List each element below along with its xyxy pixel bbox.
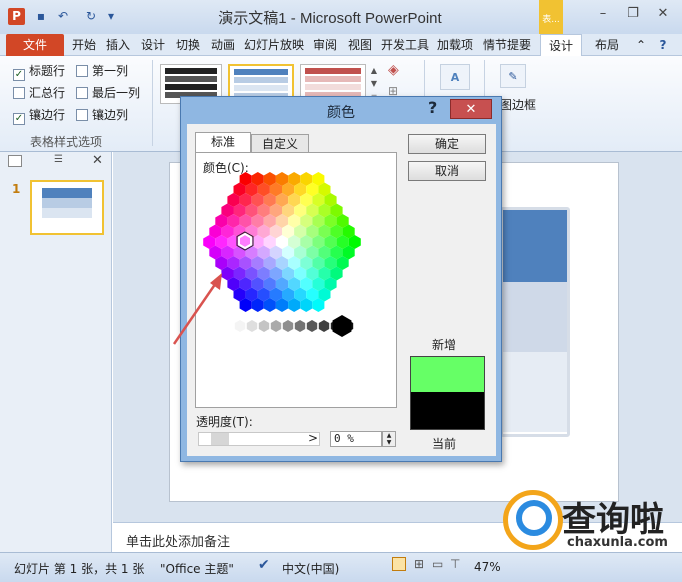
- cancel-button[interactable]: 取消: [408, 161, 486, 181]
- watermark-q-icon: [516, 500, 552, 536]
- tab-design[interactable]: 设计: [137, 34, 169, 56]
- notes-placeholder[interactable]: 单击此处添加备注: [126, 531, 230, 550]
- grey-color-cell[interactable]: [258, 320, 270, 332]
- save-icon[interactable]: ▪: [34, 9, 48, 23]
- checkbox-header-row[interactable]: ✓: [13, 69, 25, 81]
- powerpoint-logo-icon: P: [8, 8, 25, 25]
- close-panel-icon[interactable]: ✕: [92, 153, 103, 168]
- normal-view-icon[interactable]: [392, 557, 406, 571]
- close-window-button[interactable]: ✕: [650, 3, 676, 25]
- slide-table[interactable]: [500, 207, 570, 437]
- table-style-options-group-label: 表格样式选项: [30, 135, 103, 149]
- spellcheck-icon[interactable]: ✔: [258, 557, 270, 573]
- dialog-close-button[interactable]: ✕: [450, 99, 492, 119]
- tab-table-design[interactable]: 设计: [540, 34, 582, 56]
- tab-insert[interactable]: 插入: [102, 34, 134, 56]
- reading-view-icon[interactable]: ▭: [432, 557, 443, 571]
- transparency-input[interactable]: 0 %: [330, 431, 382, 447]
- draw-borders-pen-icon[interactable]: ✎: [500, 64, 526, 88]
- redo-icon[interactable]: ↻: [84, 9, 98, 23]
- undo-icon[interactable]: ↶: [56, 9, 70, 23]
- transparency-slider-thumb[interactable]: [211, 433, 229, 445]
- tab-file[interactable]: 文件: [6, 34, 64, 56]
- thumb-table-header: [42, 188, 92, 198]
- slideshow-icon[interactable]: ⊤: [450, 557, 460, 571]
- minimize-ribbon-icon[interactable]: ⌃: [634, 34, 648, 56]
- grey-color-cell[interactable]: [282, 320, 294, 332]
- table-row[interactable]: [503, 282, 567, 352]
- tab-developer[interactable]: 开发工具: [379, 34, 431, 56]
- grey-color-cell[interactable]: [246, 320, 258, 332]
- dialog-title: 颜色: [327, 105, 355, 121]
- slides-tab-icon[interactable]: [8, 155, 22, 167]
- customize-qat-icon[interactable]: ▾: [104, 9, 118, 23]
- new-color-swatch: [410, 356, 485, 392]
- tab-view[interactable]: 视图: [344, 34, 376, 56]
- minimize-button[interactable]: –: [590, 3, 616, 25]
- grey-color-cell[interactable]: [234, 320, 246, 332]
- slide-sorter-icon[interactable]: ⊞: [414, 557, 424, 571]
- option-total-row[interactable]: 汇总行: [13, 84, 65, 101]
- option-banded-rows[interactable]: ✓ 镶边行: [13, 106, 65, 125]
- tab-home[interactable]: 开始: [68, 34, 100, 56]
- window-title: 演示文稿1 - Microsoft PowerPoint: [218, 10, 442, 27]
- grey-color-cell[interactable]: [270, 320, 282, 332]
- shading-bucket-icon[interactable]: ◈: [388, 62, 399, 78]
- new-color-label: 新增: [432, 338, 457, 352]
- table-tools-context-label: 表...: [539, 0, 563, 34]
- quick-styles-icon[interactable]: A: [440, 64, 470, 90]
- option-last-column[interactable]: 最后一列: [76, 84, 140, 101]
- checkbox-last-column[interactable]: [76, 87, 88, 99]
- draw-borders-label[interactable]: 图边框: [500, 96, 536, 113]
- watermark-text: 查询啦: [562, 500, 664, 540]
- tab-animations[interactable]: 动画: [207, 34, 239, 56]
- help-icon[interactable]: ?: [654, 34, 672, 56]
- transparency-right-arrow[interactable]: >: [308, 431, 318, 445]
- language-status[interactable]: 中文(中国): [282, 560, 339, 577]
- tab-table-layout[interactable]: 布局: [586, 34, 628, 56]
- option-header-row[interactable]: ✓ 标题行: [13, 62, 65, 81]
- restore-button[interactable]: ❐: [620, 3, 646, 25]
- tab-addins[interactable]: 加载项: [434, 34, 476, 56]
- current-color-swatch: [410, 392, 485, 430]
- watermark-url: chaxunla.com: [567, 535, 668, 550]
- checkbox-banded-rows[interactable]: ✓: [13, 113, 25, 125]
- option-banded-columns[interactable]: 镶边列: [76, 106, 128, 123]
- thumb-table-row: [42, 208, 92, 218]
- checkbox-total-row[interactable]: [13, 87, 25, 99]
- current-color-label: 当前: [432, 437, 457, 451]
- grey-color-cell[interactable]: [294, 320, 306, 332]
- group-divider: [152, 60, 153, 146]
- grey-color-cell[interactable]: [306, 320, 318, 332]
- red-annotation-arrow: [172, 273, 222, 345]
- checkbox-banded-columns[interactable]: [76, 109, 88, 121]
- table-row[interactable]: [503, 352, 567, 432]
- slide-count-status: 幻灯片 第 1 张，共 1 张: [14, 562, 145, 576]
- checkbox-first-column[interactable]: [76, 65, 88, 77]
- tab-standard[interactable]: 标准: [195, 132, 251, 153]
- theme-status[interactable]: "Office 主题": [160, 560, 234, 577]
- tab-review[interactable]: 审阅: [309, 34, 341, 56]
- thumb-table-row: [42, 198, 92, 208]
- dialog-help-button[interactable]: ?: [428, 98, 437, 117]
- slide-thumbnail[interactable]: [30, 180, 104, 235]
- outline-tab-icon[interactable]: ☰: [54, 155, 68, 167]
- transparency-spinner[interactable]: ▲ ▼: [382, 431, 396, 447]
- tab-slideshow[interactable]: 幻灯片放映: [242, 34, 306, 56]
- slide-number: 1: [12, 182, 21, 196]
- tab-custom[interactable]: 自定义: [251, 134, 309, 153]
- tab-storyboard[interactable]: 情节提要: [479, 34, 535, 56]
- table-header-row[interactable]: [503, 210, 567, 282]
- option-first-column[interactable]: 第一列: [76, 62, 128, 79]
- black-color-cell[interactable]: [332, 315, 352, 337]
- tab-transitions[interactable]: 切换: [172, 34, 204, 56]
- transparency-label: 透明度(T):: [196, 415, 253, 429]
- ok-button[interactable]: 确定: [408, 134, 486, 154]
- zoom-level[interactable]: 47%: [474, 560, 501, 574]
- grey-color-cell[interactable]: [318, 320, 330, 332]
